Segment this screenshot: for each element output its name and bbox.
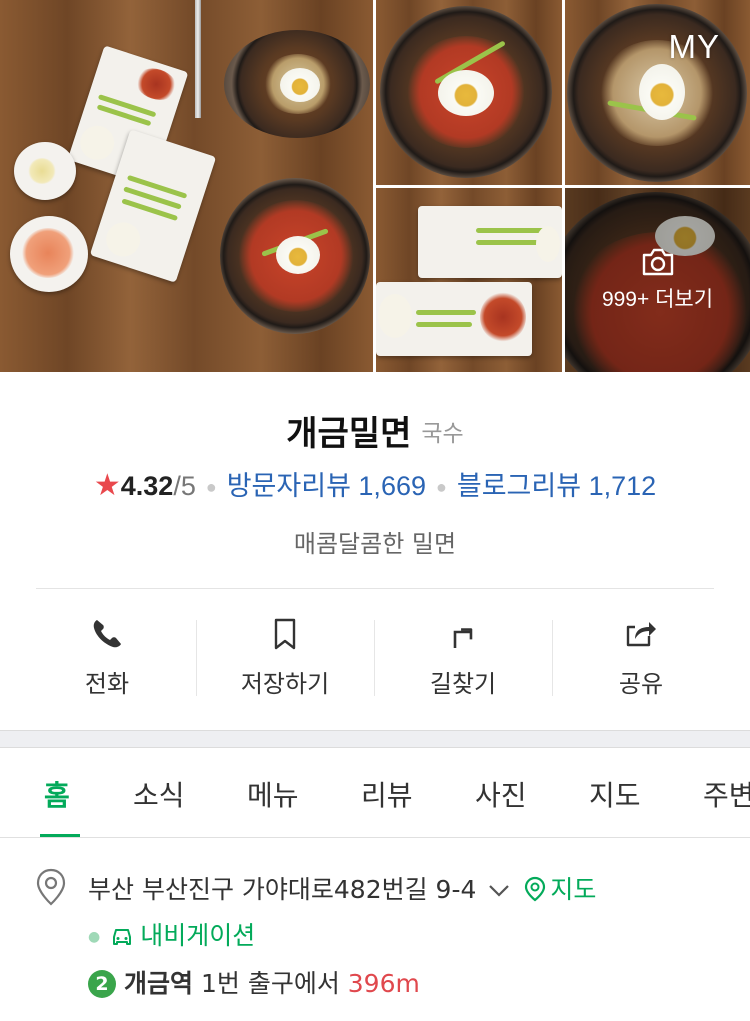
map-pin-icon — [525, 876, 546, 902]
tab-menu[interactable]: 메뉴 — [247, 774, 299, 814]
share-button[interactable]: 공유 — [552, 606, 730, 706]
directions-button[interactable]: 길찾기 — [374, 606, 552, 706]
photo-gallery: MY 999+ 더보기 — [0, 0, 750, 372]
main-photo[interactable] — [0, 0, 373, 372]
exit-text: 1번 출구에서 — [200, 969, 340, 998]
subway-info: 2 개금역 1번 출구에서 396m — [88, 964, 420, 1000]
chevron-down-icon[interactable] — [488, 884, 510, 898]
tab-review[interactable]: 리뷰 — [361, 774, 413, 814]
my-badge[interactable]: MY — [669, 28, 721, 66]
photo-thumbnail[interactable]: MY — [565, 0, 750, 185]
photo-thumbnail[interactable] — [376, 188, 562, 372]
address-row[interactable]: 부산 부산진구 가야대로482번길 9-4 지도 — [88, 870, 596, 906]
share-label: 공유 — [618, 670, 664, 698]
blog-review-link[interactable]: 블로그리뷰 1,712 — [457, 471, 656, 501]
tab-news[interactable]: 소식 — [133, 774, 185, 814]
tab-photo[interactable]: 사진 — [475, 774, 527, 814]
car-icon — [113, 929, 132, 945]
tab-bar: 홈 소식 메뉴 리뷰 사진 지도 주변 — [0, 748, 750, 838]
distance: 396m — [347, 969, 420, 998]
place-description: 매콤달콤한 밀면 — [293, 530, 457, 558]
navigation-link[interactable]: ● 내비게이션 — [88, 916, 255, 952]
place-title: 개금밀면 — [286, 414, 412, 454]
directions-label: 길찾기 — [429, 670, 497, 698]
action-bar: 전화 저장하기 길찾기 공유 — [18, 606, 730, 706]
rating-suffix: /5 — [173, 471, 196, 501]
save-button[interactable]: 저장하기 — [196, 606, 374, 706]
rating-score: 4.32 — [120, 471, 174, 501]
camera-icon — [642, 248, 673, 276]
address-text: 부산 부산진구 가야대로482번길 9-4 — [88, 875, 477, 904]
place-category: 국수 — [421, 420, 464, 447]
save-label: 저장하기 — [240, 670, 330, 698]
subway-line-badge: 2 — [88, 970, 116, 998]
more-photos-label: 999+ 더보기 — [601, 288, 714, 311]
tab-nearby[interactable]: 주변 — [703, 774, 750, 814]
location-pin-icon — [36, 868, 66, 906]
place-summary: 개금밀면 국수 ★4.32/5 ● 방문자리뷰 1,669 ● 블로그리뷰 1,712 매… — [0, 372, 750, 730]
directions-icon — [453, 628, 473, 648]
divider — [36, 588, 714, 589]
share-icon — [626, 622, 656, 647]
map-link-label: 지도 — [550, 875, 597, 904]
location-section: 부산 부산진구 가야대로482번길 9-4 지도 ● 내비게이션 2 개금역 1번 출… — [0, 838, 750, 1021]
call-button[interactable]: 전화 — [18, 606, 196, 706]
rating-row: ★4.32/5 ● 방문자리뷰 1,669 ● 블로그리뷰 1,712 — [93, 469, 657, 502]
navigation-label: 내비게이션 — [140, 921, 256, 950]
section-separator — [0, 730, 750, 748]
tab-home[interactable]: 홈 — [44, 774, 70, 814]
photo-more-tile[interactable]: 999+ 더보기 — [565, 188, 750, 372]
call-label: 전화 — [84, 670, 130, 698]
visitor-review-link[interactable]: 방문자리뷰 1,669 — [227, 471, 426, 501]
tab-map[interactable]: 지도 — [589, 774, 641, 814]
station-name: 개금역 — [124, 969, 194, 998]
bookmark-icon — [274, 618, 296, 650]
photo-thumbnail[interactable] — [376, 0, 562, 185]
map-link[interactable]: 지도 — [524, 875, 596, 904]
phone-icon — [93, 620, 121, 648]
star-icon: ★ — [93, 469, 121, 502]
